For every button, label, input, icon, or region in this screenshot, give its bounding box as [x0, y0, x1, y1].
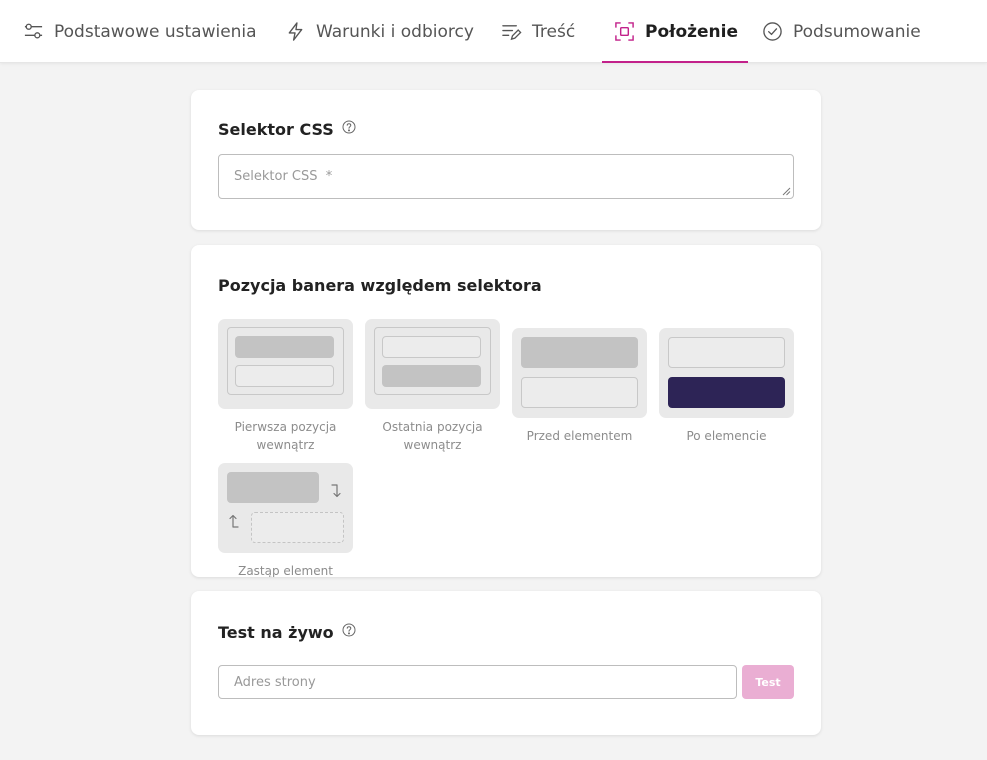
lightning-icon — [288, 22, 303, 41]
option-illustration — [218, 319, 353, 409]
test-button[interactable]: Test — [742, 665, 794, 699]
position-frame-icon — [615, 22, 634, 41]
arrow-up-icon — [229, 514, 239, 528]
tab-label: Położenie — [645, 21, 739, 42]
tab-content[interactable]: Treść — [501, 0, 575, 63]
tab-label: Podstawowe ustawienia — [54, 21, 257, 42]
position-option-first-inside[interactable]: Pierwsza pozycja wewnątrz — [218, 319, 353, 454]
help-icon[interactable] — [342, 623, 356, 637]
option-label: Przed elementem — [526, 429, 633, 443]
page-url-placeholder: Adres strony — [234, 674, 316, 690]
card-title-text: Test na żywo — [218, 623, 334, 642]
wizard-tabs: Podstawowe ustawienia Warunki i odbiorcy… — [0, 0, 987, 63]
tab-conditions-audience[interactable]: Warunki i odbiorcy — [285, 0, 474, 63]
option-label: Po elemencie — [686, 429, 767, 443]
css-selector-placeholder: Selektor CSS * — [234, 169, 333, 184]
tab-summary[interactable]: Podsumowanie — [762, 0, 921, 63]
arrow-down-icon — [331, 484, 341, 498]
position-option-last-inside[interactable]: Ostatnia pozycja wewnątrz — [365, 319, 500, 454]
tab-label: Treść — [532, 21, 576, 42]
resize-grip-icon[interactable] — [782, 187, 791, 196]
css-selector-textarea[interactable]: Selektor CSS * — [218, 154, 794, 199]
check-circle-icon — [763, 22, 782, 41]
tab-label: Podsumowanie — [793, 21, 921, 42]
option-illustration — [512, 328, 647, 418]
css-selector-heading: Selektor CSS — [218, 120, 356, 139]
page-url-input[interactable]: Adres strony — [218, 665, 737, 699]
card-title-text: Selektor CSS — [218, 120, 334, 139]
tab-basic-settings[interactable]: Podstawowe ustawienia — [23, 0, 257, 63]
option-illustration — [365, 319, 500, 409]
option-illustration — [218, 463, 353, 553]
position-option-after-element[interactable]: Po elemencie — [659, 328, 794, 445]
live-test-heading: Test na żywo — [218, 623, 356, 642]
help-icon[interactable] — [342, 120, 356, 134]
banner-position-heading: Pozycja banera względem selektora — [218, 276, 542, 295]
option-label: Ostatnia pozycja wewnątrz — [382, 420, 483, 452]
tab-position[interactable]: Położenie — [601, 0, 749, 63]
option-label: Zastąp element — [238, 564, 333, 577]
position-option-replace-element[interactable]: Zastąp element — [218, 463, 353, 577]
tab-label: Warunki i odbiorcy — [316, 21, 474, 42]
sliders-icon — [24, 23, 43, 39]
card-title-text: Pozycja banera względem selektora — [218, 276, 542, 295]
position-option-before-element[interactable]: Przed elementem — [512, 328, 647, 445]
option-label: Pierwsza pozycja wewnątrz — [234, 420, 337, 452]
banner-position-card: Pozycja banera względem selektora Pierws… — [191, 245, 821, 577]
option-illustration — [659, 328, 794, 418]
css-selector-card: Selektor CSS Selektor CSS * — [191, 90, 821, 230]
live-test-card: Test na żywo Adres strony Test — [191, 591, 821, 735]
text-edit-icon — [502, 25, 522, 41]
